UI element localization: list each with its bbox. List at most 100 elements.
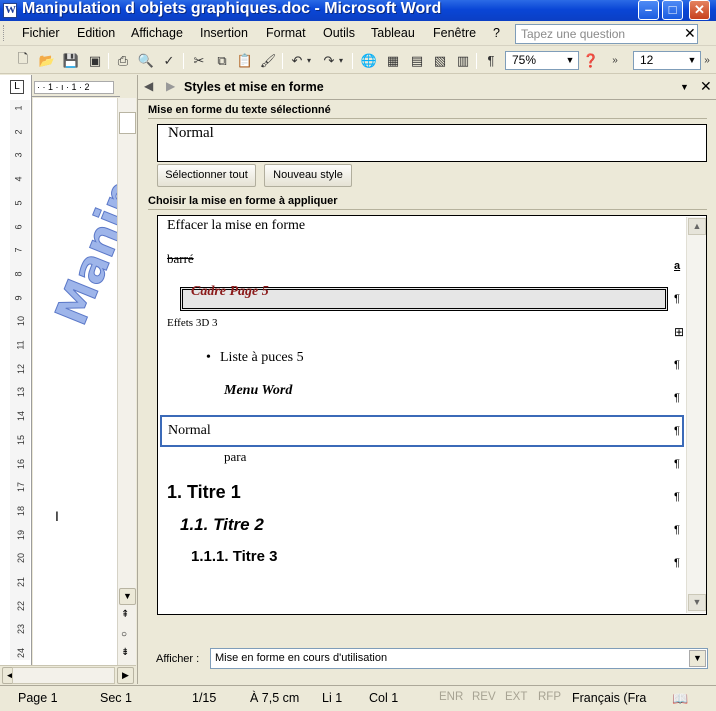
document-vertical-scrollbar[interactable]: ▼ ⇞ ○ ⇟ (117, 98, 136, 665)
afficher-select[interactable]: Mise en forme en cours d'utilisation ▼ (210, 648, 708, 669)
close-icon[interactable]: ✕ (700, 78, 712, 95)
horizontal-scroll-track[interactable] (12, 667, 115, 684)
svg-text:Manipul: Manipul (46, 130, 117, 332)
style-item-titre-1[interactable]: 1. Titre 1 ¶ (158, 482, 686, 513)
menu-insertion[interactable]: Insertion (200, 26, 248, 40)
status-ext[interactable]: EXT (505, 691, 527, 703)
style-item-normal[interactable]: Normal ¶ (160, 415, 684, 447)
menu-affichage[interactable]: Affichage (131, 26, 183, 40)
ruler-number: 15 (16, 434, 27, 445)
redo-dropdown-icon[interactable]: ▾ (336, 52, 346, 69)
next-page-icon[interactable]: ⇟ (121, 647, 129, 658)
text-cursor: I (55, 508, 59, 524)
permission-icon[interactable]: ▣ (86, 52, 104, 69)
menu-fichier[interactable]: Fichier (22, 26, 60, 40)
styles-list-scrollbar[interactable]: ▲ ▼ (686, 217, 706, 613)
back-arrow-icon[interactable]: ◀ (144, 79, 153, 93)
selected-style-box[interactable]: Normal (157, 124, 707, 162)
style-item-cadre-page[interactable]: Cadre Page 5 ¶ (158, 284, 686, 315)
new-style-button[interactable]: Nouveau style (264, 164, 352, 187)
copy-icon[interactable]: ⧉ (213, 52, 231, 69)
status-position: À 7,5 cm (250, 691, 300, 705)
style-item-titre-2[interactable]: 1.1. Titre 2 ¶ (158, 515, 686, 546)
menu-outils[interactable]: Outils (323, 26, 355, 40)
chevron-down-icon[interactable]: ▼ (685, 53, 699, 68)
paste-icon[interactable]: 📋 (236, 52, 254, 69)
new-document-icon[interactable]: 🗋 (14, 51, 32, 69)
status-rev[interactable]: REV (472, 691, 496, 703)
hyperlink-icon[interactable]: 🌐 (360, 52, 378, 69)
document-close-icon[interactable]: ✕ (684, 25, 696, 42)
style-item-effets-3d[interactable]: Effets 3D 3 ⊞ (158, 317, 686, 348)
scroll-down-arrow-icon[interactable]: ▼ (119, 588, 136, 605)
scroll-down-arrow-icon[interactable]: ▼ (688, 594, 706, 611)
menu-format[interactable]: Format (266, 26, 306, 40)
show-hide-pilcrow-icon[interactable]: ¶ (482, 52, 500, 69)
font-size-combo[interactable]: 12 ▼ (633, 51, 701, 70)
spelling-status-icon[interactable]: 📖 (672, 691, 688, 707)
horizontal-ruler-scale[interactable]: · · 1 · ı · 1 · 2 (34, 81, 114, 94)
help-question-input[interactable]: Tapez une question (515, 24, 698, 44)
forward-arrow-icon[interactable]: ▶ (166, 79, 175, 93)
wordart-graphic[interactable]: Manipul (33, 98, 117, 665)
ruler-number: 19 (16, 529, 27, 540)
select-all-button[interactable]: Sélectionner tout (157, 164, 256, 187)
style-item-barre[interactable]: barré a (158, 251, 686, 282)
status-rfp[interactable]: RFP (538, 691, 561, 703)
zoom-combo[interactable]: 75% ▼ (505, 51, 579, 70)
menu-fenetre[interactable]: Fenêtre (433, 26, 476, 40)
toolbar-separator (352, 53, 353, 69)
minimize-button[interactable]: – (638, 0, 659, 20)
styles-list[interactable]: Effacer la mise en forme barré a Cadre P… (157, 215, 707, 615)
menu-tableau[interactable]: Tableau (371, 26, 415, 40)
word-doc-icon[interactable]: W (3, 3, 17, 18)
scroll-thumb[interactable] (119, 112, 136, 134)
style-item-liste-puces[interactable]: • Liste à puces 5 ¶ (158, 350, 686, 381)
open-folder-icon[interactable]: 📂 (38, 52, 56, 69)
style-item-clear-formatting[interactable]: Effacer la mise en forme (158, 218, 686, 249)
maximize-button[interactable]: □ (662, 0, 683, 20)
chevron-down-icon[interactable]: ▼ (689, 650, 706, 667)
document-horizontal-scrollbar[interactable]: ◀ ▶ (0, 665, 136, 684)
print-icon[interactable]: ⎙ (114, 52, 132, 69)
menu-help[interactable]: ? (493, 26, 500, 40)
help-icon[interactable]: ❓ (582, 52, 600, 69)
format-painter-icon[interactable]: 🖌 (259, 52, 277, 69)
word-window: W Manipulation d objets graphiques.doc -… (0, 0, 716, 711)
insert-table-icon[interactable]: ▤ (408, 52, 426, 69)
close-button[interactable]: ✕ (689, 0, 710, 20)
menu-bar: Fichier Edition Affichage Insertion Form… (0, 21, 716, 46)
ruler-number: 17 (16, 482, 27, 493)
undo-dropdown-icon[interactable]: ▾ (304, 52, 314, 69)
toolbar-options-icon[interactable]: » (610, 52, 620, 69)
paragraph-style-icon: ¶ (674, 458, 680, 470)
spelling-icon[interactable]: ✓ (160, 52, 178, 69)
status-enr[interactable]: ENR (439, 691, 463, 703)
browse-object-icon[interactable]: ○ (121, 629, 127, 640)
insert-excel-icon[interactable]: ▧ (431, 52, 449, 69)
print-preview-icon[interactable]: 🔍 (137, 52, 155, 69)
paragraph-style-icon: ¶ (674, 557, 680, 569)
tab-selector-icon[interactable]: L (10, 80, 24, 94)
cut-icon[interactable]: ✂ (190, 52, 208, 69)
document-page[interactable]: Manipul I (33, 98, 117, 665)
toolbar-options-icon[interactable]: » (702, 52, 712, 69)
previous-page-icon[interactable]: ⇞ (121, 609, 129, 620)
divider (148, 118, 707, 119)
status-line: Li 1 (322, 691, 343, 705)
scroll-right-arrow-icon[interactable]: ▶ (117, 667, 134, 684)
save-icon[interactable]: 💾 (62, 52, 80, 69)
ruler-number: 14 (16, 411, 27, 422)
scroll-up-arrow-icon[interactable]: ▲ (688, 218, 706, 235)
menu-edition[interactable]: Edition (77, 26, 115, 40)
status-section: Sec 1 (100, 691, 132, 705)
style-item-titre-3[interactable]: 1.1.1. Titre 3 ¶ (158, 548, 686, 579)
status-language[interactable]: Français (Fra (572, 691, 646, 705)
columns-icon[interactable]: ▥ (454, 52, 472, 69)
chevron-down-icon[interactable]: ▼ (563, 53, 577, 68)
style-item-menu-word[interactable]: Menu Word ¶ (158, 383, 686, 414)
menubar-grip[interactable] (3, 25, 6, 41)
chevron-down-icon[interactable]: ▼ (680, 82, 689, 92)
style-item-para[interactable]: para ¶ (158, 449, 686, 480)
tables-borders-icon[interactable]: ▦ (384, 52, 402, 69)
